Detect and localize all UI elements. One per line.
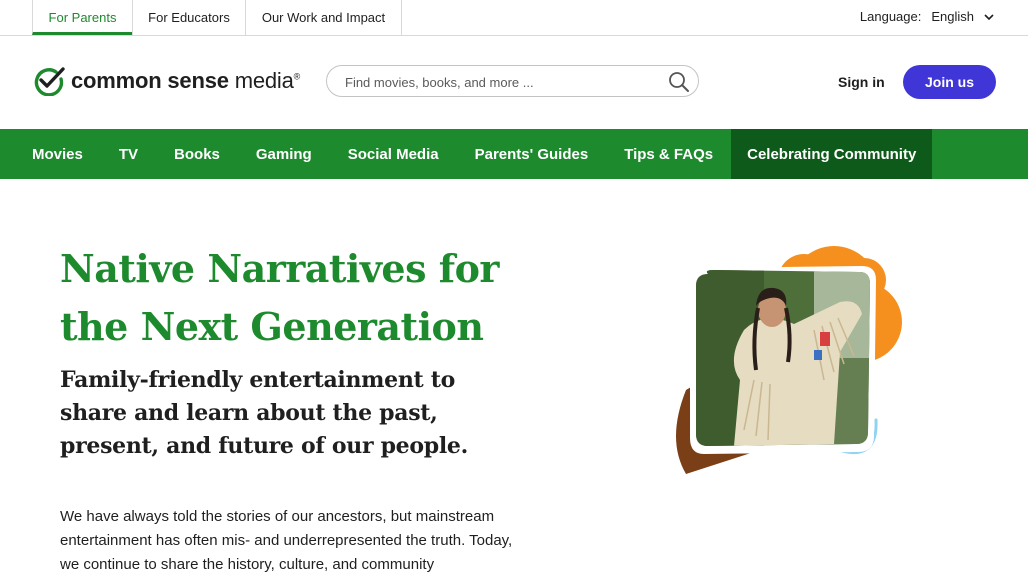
site-header: common sense media® Sign in Join us: [0, 36, 1028, 129]
main-nav: Movies TV Books Gaming Social Media Pare…: [0, 129, 1028, 179]
logo-wordmark: common sense media®: [71, 68, 300, 94]
chevron-down-icon[interactable]: [984, 12, 994, 22]
sign-in-link[interactable]: Sign in: [838, 74, 885, 90]
common-sense-media-logo[interactable]: common sense media®: [32, 66, 300, 96]
nav-celebrating-community[interactable]: Celebrating Community: [731, 129, 933, 179]
tab-our-work-and-impact[interactable]: Our Work and Impact: [245, 0, 402, 35]
nav-parents-guides[interactable]: Parents' Guides: [457, 129, 607, 179]
language-label: Language:: [859, 9, 922, 24]
search-input[interactable]: [343, 72, 657, 92]
tab-for-educators[interactable]: For Educators: [132, 0, 245, 35]
audience-tabs: For Parents For Educators Our Work and I…: [32, 0, 402, 35]
nav-gaming[interactable]: Gaming: [238, 129, 330, 179]
nav-books[interactable]: Books: [156, 129, 238, 179]
audience-bar: For Parents For Educators Our Work and I…: [0, 0, 1028, 36]
main-nav-items: Movies TV Books Gaming Social Media Pare…: [14, 129, 933, 179]
join-us-button[interactable]: Join us: [903, 65, 996, 99]
hero-subtitle: Family-friendly entertainment to share a…: [60, 367, 468, 459]
hero-body-text: We have always told the stories of our a…: [60, 508, 513, 573]
dancer-photo: [696, 270, 870, 446]
hero-illustration: [676, 246, 902, 474]
nav-movies[interactable]: Movies: [14, 129, 101, 179]
nav-social-media[interactable]: Social Media: [330, 129, 457, 179]
tab-for-parents[interactable]: For Parents: [32, 0, 132, 35]
logo-word-media: media: [234, 68, 294, 93]
registered-mark-icon: ®: [293, 71, 301, 82]
search-bar[interactable]: [326, 65, 699, 97]
language-selector[interactable]: Language: English: [860, 0, 994, 33]
checkmark-logo-icon: [34, 67, 65, 96]
logo-word-common-sense: common sense: [71, 68, 229, 93]
language-value[interactable]: English: [931, 9, 974, 24]
hero-title: Native Narratives for the Next Generatio…: [60, 246, 499, 349]
nav-tips-faqs[interactable]: Tips & FAQs: [606, 129, 731, 179]
nav-tv[interactable]: TV: [101, 129, 156, 179]
search-icon[interactable]: [668, 71, 690, 93]
